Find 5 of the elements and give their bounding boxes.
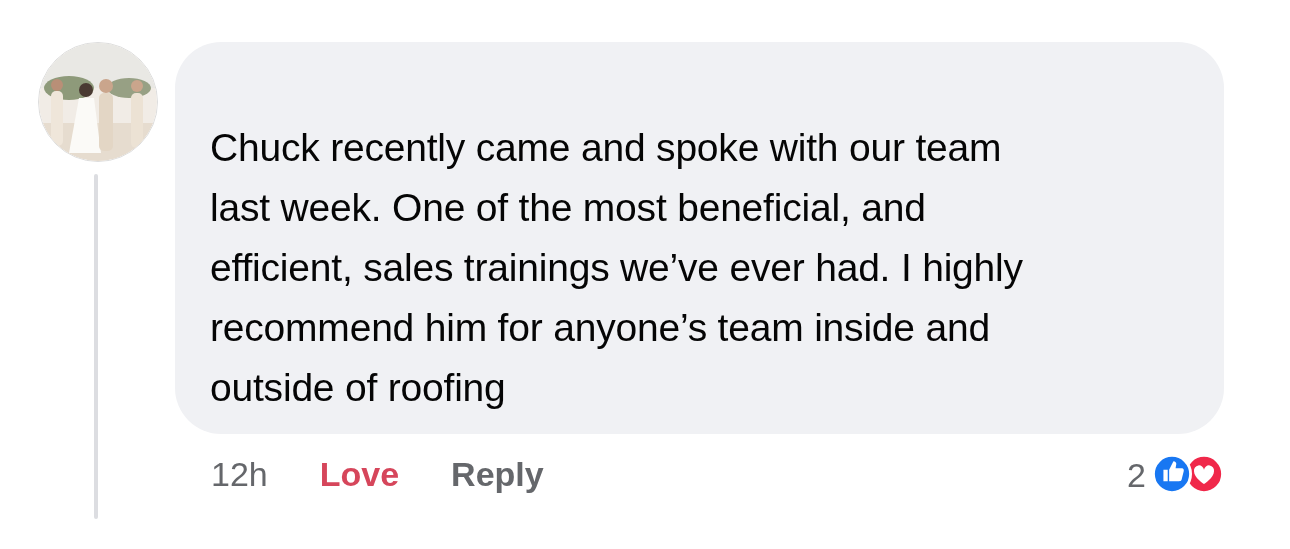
- comment-time: 12h: [211, 454, 268, 494]
- comment-text: Chuck recently came and spoke with our team last week. One of the most beneficial, and efficient, sales trainings we’ve ever had. I highly recommend him for anyone’s team inside and outside of roofing: [175, 42, 1224, 434]
- reply-link[interactable]: Reply: [451, 454, 544, 494]
- reaction-link[interactable]: Love: [319, 454, 400, 494]
- reaction-count: 2: [1127, 455, 1146, 495]
